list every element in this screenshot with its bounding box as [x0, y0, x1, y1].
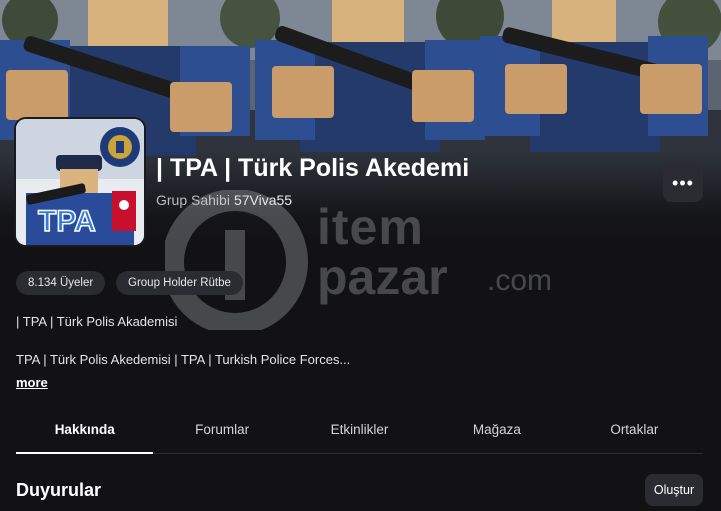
- create-announcement-button[interactable]: Oluştur: [645, 474, 703, 506]
- tab-forumlar[interactable]: Forumlar: [153, 405, 290, 453]
- more-options-button[interactable]: •••: [663, 164, 703, 202]
- group-tabs: Hakkında Forumlar Etkinlikler Mağaza Ort…: [16, 405, 703, 454]
- group-icon[interactable]: TPA: [16, 119, 144, 245]
- watermark-text-pazar: pazar: [317, 249, 448, 305]
- owner-prefix: Grup Sahibi: [156, 192, 230, 208]
- tab-etkinlikler[interactable]: Etkinlikler: [291, 405, 428, 453]
- tab-ortaklar[interactable]: Ortaklar: [566, 405, 703, 453]
- watermark-text-com: .com: [487, 264, 553, 297]
- icon-tpa-text: TPA: [38, 205, 96, 238]
- group-owner: Grup Sahibi 57Viva55: [156, 192, 292, 208]
- rank-chip[interactable]: Group Holder Rütbe: [116, 271, 243, 295]
- tab-magaza[interactable]: Mağaza: [428, 405, 565, 453]
- ellipsis-icon: •••: [672, 172, 694, 193]
- police-emblem-icon: TPA: [16, 119, 144, 245]
- group-title: | TPA | Türk Polis Akedemi: [156, 154, 470, 182]
- tab-hakkinda[interactable]: Hakkında: [16, 405, 154, 454]
- members-chip[interactable]: 8.134 Üyeler: [16, 271, 106, 295]
- owner-name-link[interactable]: 57Viva55: [234, 192, 292, 208]
- group-short-description: | TPA | Türk Polis Akademisi: [16, 314, 178, 329]
- announcements-title: Duyurular: [16, 480, 102, 500]
- group-long-description: TPA | Türk Polis Akedemisi | TPA | Turki…: [16, 352, 351, 367]
- more-link[interactable]: more: [16, 375, 48, 390]
